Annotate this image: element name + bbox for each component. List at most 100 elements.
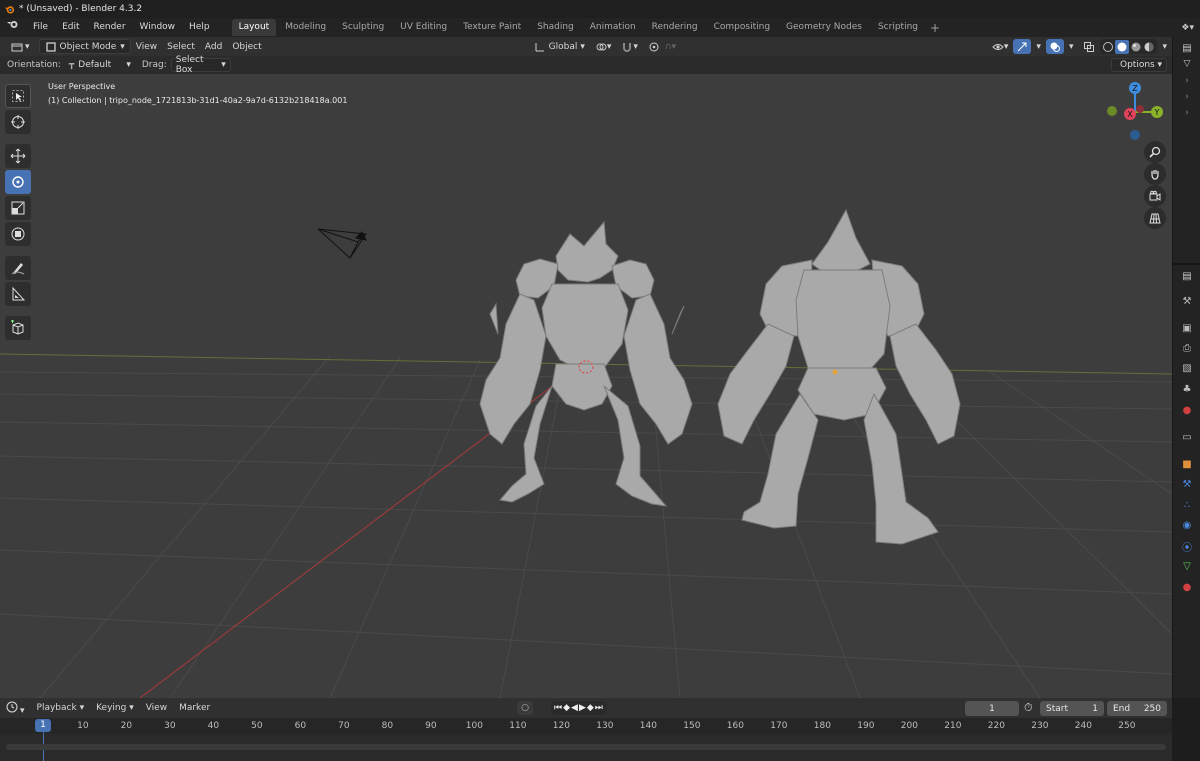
menu-marker[interactable]: Marker <box>173 703 216 713</box>
overlays-dropdown[interactable]: ▾ <box>1064 39 1079 54</box>
modifier-properties-icon[interactable]: ⚒ <box>1180 477 1194 491</box>
tab-modeling[interactable]: Modeling <box>278 19 333 36</box>
next-keyframe-icon[interactable]: ◆ <box>587 703 595 713</box>
overlays-toggle[interactable] <box>1045 39 1064 54</box>
view-layer-properties-icon[interactable]: ▧ <box>1180 361 1194 375</box>
neg-x-axis-handle[interactable] <box>1136 105 1144 113</box>
wireframe-shading-icon[interactable] <box>1102 41 1114 53</box>
camera-view-button[interactable] <box>1144 185 1166 207</box>
perspective-toggle-button[interactable] <box>1144 207 1166 229</box>
rotate-tool[interactable] <box>5 170 31 194</box>
blender-menu-icon[interactable] <box>0 18 26 37</box>
creature-model-left[interactable] <box>479 220 693 507</box>
menu-playback[interactable]: Playback ▾ <box>31 703 91 713</box>
output-properties-icon[interactable]: ⎙ <box>1180 341 1194 355</box>
start-frame-field[interactable]: Start 1 <box>1040 701 1104 716</box>
object-properties-icon[interactable]: ■ <box>1180 457 1194 471</box>
play-icon[interactable]: ▶ <box>579 703 587 713</box>
move-tool[interactable] <box>5 144 31 168</box>
tab-uv-editing[interactable]: UV Editing <box>393 19 454 36</box>
rendered-shading-icon[interactable] <box>1143 41 1155 53</box>
editor-type-button[interactable]: ▾ <box>6 39 35 54</box>
measure-tool[interactable] <box>5 282 31 306</box>
current-frame-field[interactable]: 1 <box>965 701 1019 716</box>
material-properties-icon[interactable]: ● <box>1180 580 1194 594</box>
tab-rendering[interactable]: Rendering <box>645 19 705 36</box>
annotate-tool[interactable] <box>5 256 31 280</box>
pivot-point-dropdown[interactable]: ▾ <box>590 39 617 54</box>
proportional-falloff-icon[interactable]: ∩▾ <box>665 42 676 52</box>
collection-properties-icon[interactable]: ▭ <box>1180 430 1194 444</box>
shading-dropdown[interactable]: ▾ <box>1157 39 1172 54</box>
menu-add[interactable]: Add <box>200 39 227 54</box>
select-box-tool[interactable] <box>5 84 31 108</box>
outliner-expand-icon[interactable]: › <box>1180 90 1194 104</box>
timeline-area[interactable]: 10 20 30 40 50 60 70 80 90 100 110 120 130 140 150 160 1… <box>0 718 1172 761</box>
visibility-dropdown[interactable]: ▾ <box>987 39 1014 54</box>
menu-file[interactable]: File <box>26 18 55 37</box>
transform-orientation-dropdown[interactable]: Global ▾ <box>529 39 590 54</box>
drag-dropdown[interactable]: Select Box ▾ <box>170 55 231 75</box>
jump-end-icon[interactable]: ⏭ <box>595 703 604 713</box>
menu-window[interactable]: Window <box>133 18 183 37</box>
scene-selector-icon[interactable]: ❖▾ <box>1175 23 1200 33</box>
prev-keyframe-icon[interactable]: ◆ <box>563 703 571 713</box>
transform-tool[interactable] <box>5 222 31 246</box>
data-properties-icon[interactable]: ▽ <box>1180 559 1194 573</box>
gizmos-dropdown[interactable]: ▾ <box>1031 39 1046 54</box>
timeline-scrollbar[interactable] <box>6 744 1166 750</box>
tab-shading[interactable]: Shading <box>530 19 581 36</box>
menu-view[interactable]: View <box>131 39 162 54</box>
properties-editor-icon[interactable]: ▤ <box>1180 269 1194 283</box>
tab-layout[interactable]: Layout <box>231 19 277 36</box>
menu-edit[interactable]: Edit <box>55 18 86 37</box>
solid-shading-icon[interactable] <box>1115 39 1130 54</box>
scale-tool[interactable] <box>5 196 31 220</box>
tab-geometry-nodes[interactable]: Geometry Nodes <box>779 19 869 36</box>
3d-viewport[interactable]: User Perspective (1) Collection | tripo_… <box>0 74 1172 698</box>
auto-keying-toggle[interactable]: ○ <box>517 701 533 715</box>
outliner-item-icon[interactable]: › <box>1180 106 1194 120</box>
frame-ruler[interactable]: 10 20 30 40 50 60 70 80 90 100 110 120 130 140 150 160 1… <box>0 718 1172 734</box>
pan-button[interactable] <box>1144 163 1166 185</box>
camera-object[interactable] <box>317 228 367 259</box>
play-reverse-icon[interactable]: ◀ <box>571 703 579 713</box>
snap-toggle[interactable]: ▾ <box>616 39 643 54</box>
zoom-button[interactable] <box>1144 141 1166 163</box>
outliner-collapse-icon[interactable]: › <box>1180 74 1194 88</box>
neg-z-axis-handle[interactable] <box>1130 130 1140 140</box>
neg-y-axis-handle[interactable] <box>1107 106 1117 116</box>
tool-properties-icon[interactable]: ⚒ <box>1180 294 1194 308</box>
menu-select[interactable]: Select <box>162 39 200 54</box>
world-properties-icon[interactable]: ● <box>1180 403 1194 417</box>
gizmos-toggle[interactable] <box>1013 39 1032 54</box>
scene-properties-icon[interactable]: ♣ <box>1180 382 1194 396</box>
creature-model-right[interactable] <box>717 208 961 545</box>
end-frame-field[interactable]: End 250 <box>1107 701 1167 716</box>
menu-object[interactable]: Object <box>227 39 266 54</box>
jump-start-icon[interactable]: ⏮ <box>554 703 563 713</box>
add-cube-tool[interactable] <box>5 316 31 340</box>
menu-render[interactable]: Render <box>87 18 133 37</box>
material-shading-icon[interactable] <box>1130 41 1142 53</box>
outliner-filter-icon[interactable]: ▽ <box>1180 57 1194 71</box>
menu-keying[interactable]: Keying ▾ <box>90 703 140 713</box>
timeline-editor-type[interactable]: ▾ <box>0 701 31 716</box>
add-workspace-button[interactable]: + <box>926 21 944 35</box>
preview-range-stopwatch-icon[interactable]: ⏱ <box>1024 701 1033 715</box>
cursor-tool[interactable] <box>5 110 31 134</box>
tab-texture-paint[interactable]: Texture Paint <box>456 19 528 36</box>
menu-timeline-view[interactable]: View <box>140 703 173 713</box>
menu-help[interactable]: Help <box>182 18 217 37</box>
particles-properties-icon[interactable]: ∴ <box>1180 498 1194 512</box>
render-properties-icon[interactable]: ▣ <box>1180 321 1194 335</box>
playhead[interactable]: 1 <box>35 719 51 732</box>
tab-sculpting[interactable]: Sculpting <box>335 19 391 36</box>
tab-scripting[interactable]: Scripting <box>871 19 925 36</box>
physics-properties-icon[interactable]: ◉ <box>1180 518 1194 532</box>
proportional-edit-toggle[interactable]: ∩▾ <box>643 39 681 54</box>
options-dropdown[interactable]: Options ▾ <box>1111 58 1167 72</box>
xray-toggle[interactable] <box>1078 39 1100 54</box>
mode-dropdown[interactable]: Object Mode ▾ <box>38 39 131 54</box>
orientation-dropdown[interactable]: ┳ Default ▾ <box>65 58 135 72</box>
